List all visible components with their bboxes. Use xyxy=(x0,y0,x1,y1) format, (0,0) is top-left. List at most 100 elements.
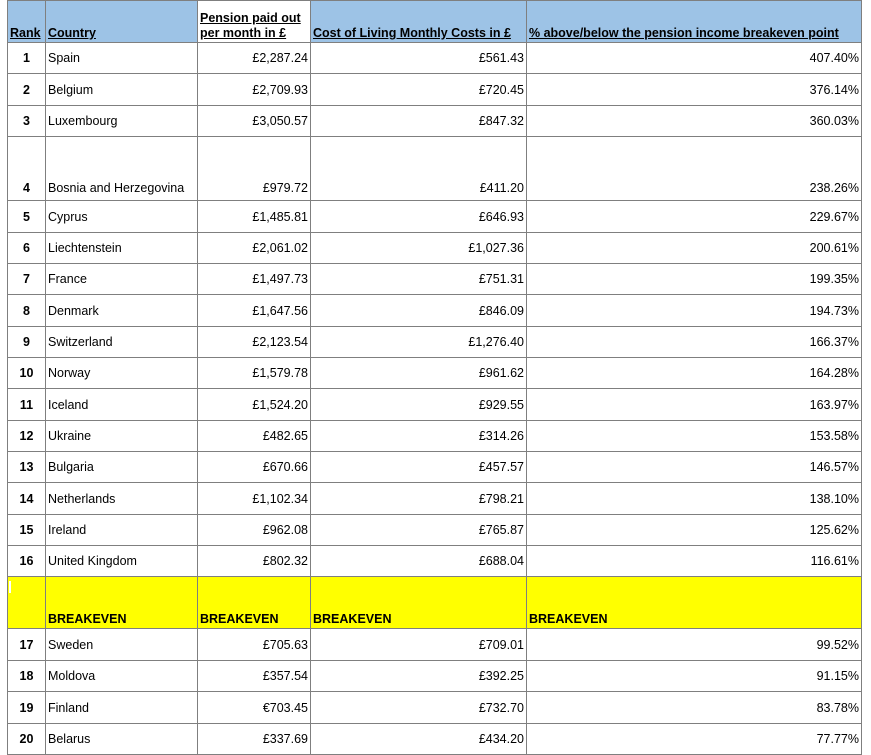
country-cell[interactable]: Finland xyxy=(45,691,198,724)
percent-cell[interactable]: 146.57% xyxy=(526,451,862,483)
cost-cell[interactable]: £1,027.36 xyxy=(310,232,527,264)
header-pension[interactable]: Pension paid out per month in £ xyxy=(197,0,311,43)
country-cell[interactable]: Moldova xyxy=(45,660,198,692)
percent-cell[interactable]: 166.37% xyxy=(526,326,862,358)
percent-cell[interactable]: 99.52% xyxy=(526,628,862,661)
cost-cell[interactable]: £720.45 xyxy=(310,73,527,106)
cost-cell[interactable]: £798.21 xyxy=(310,482,527,515)
percent-cell[interactable]: 194.73% xyxy=(526,294,862,327)
percent-cell[interactable]: 376.14% xyxy=(526,73,862,106)
country-cell[interactable]: Switzerland xyxy=(45,326,198,358)
rank-cell[interactable]: 12 xyxy=(7,420,46,452)
country-cell[interactable]: Belarus xyxy=(45,723,198,755)
percent-cell[interactable]: 229.67% xyxy=(526,200,862,233)
country-cell[interactable]: Cyprus xyxy=(45,200,198,233)
pension-cell[interactable]: £1,647.56 xyxy=(197,294,311,327)
country-cell[interactable]: Bulgaria xyxy=(45,451,198,483)
country-cell[interactable]: United Kingdom xyxy=(45,545,198,577)
rank-cell[interactable]: 20 xyxy=(7,723,46,755)
pension-cell[interactable]: £1,497.73 xyxy=(197,263,311,295)
percent-cell[interactable]: 163.97% xyxy=(526,388,862,421)
country-cell[interactable]: Denmark xyxy=(45,294,198,327)
cost-cell[interactable]: £457.57 xyxy=(310,451,527,483)
breakeven-rank-cell[interactable] xyxy=(7,576,46,629)
pension-cell[interactable]: £482.65 xyxy=(197,420,311,452)
pension-cell[interactable]: £2,709.93 xyxy=(197,73,311,106)
rank-cell[interactable]: 11 xyxy=(7,388,46,421)
cost-cell[interactable]: £961.62 xyxy=(310,357,527,389)
cost-cell[interactable]: £434.20 xyxy=(310,723,527,755)
rank-cell[interactable]: 18 xyxy=(7,660,46,692)
pension-cell[interactable]: £670.66 xyxy=(197,451,311,483)
percent-cell[interactable]: 153.58% xyxy=(526,420,862,452)
country-cell[interactable]: Iceland xyxy=(45,388,198,421)
percent-cell[interactable]: 407.40% xyxy=(526,42,862,74)
header-rank[interactable]: Rank xyxy=(7,0,46,43)
cost-cell[interactable]: £688.04 xyxy=(310,545,527,577)
pension-cell[interactable]: £2,061.02 xyxy=(197,232,311,264)
percent-cell[interactable]: 83.78% xyxy=(526,691,862,724)
pension-cell[interactable]: £2,287.24 xyxy=(197,42,311,74)
header-cost[interactable]: Cost of Living Monthly Costs in £ xyxy=(310,0,527,43)
pension-cell[interactable]: £1,579.78 xyxy=(197,357,311,389)
pension-cell[interactable]: £962.08 xyxy=(197,514,311,546)
rank-cell[interactable]: 1 xyxy=(7,42,46,74)
country-cell[interactable]: Sweden xyxy=(45,628,198,661)
pension-cell[interactable]: £2,123.54 xyxy=(197,326,311,358)
rank-cell[interactable]: 3 xyxy=(7,105,46,137)
cost-cell[interactable]: £765.87 xyxy=(310,514,527,546)
rank-cell[interactable]: 14 xyxy=(7,482,46,515)
percent-cell[interactable]: 138.10% xyxy=(526,482,862,515)
rank-cell[interactable]: 10 xyxy=(7,357,46,389)
pension-cell[interactable]: £979.72 xyxy=(197,136,311,201)
percent-cell[interactable]: 116.61% xyxy=(526,545,862,577)
percent-cell[interactable]: 238.26% xyxy=(526,136,862,201)
percent-cell[interactable]: 200.61% xyxy=(526,232,862,264)
breakeven-cost-cell[interactable]: BREAKEVEN xyxy=(310,576,527,629)
rank-cell[interactable]: 16 xyxy=(7,545,46,577)
country-cell[interactable]: Bosnia and Herzegovina xyxy=(45,136,198,201)
cost-cell[interactable]: £1,276.40 xyxy=(310,326,527,358)
percent-cell[interactable]: 77.77% xyxy=(526,723,862,755)
country-cell[interactable]: Ukraine xyxy=(45,420,198,452)
cost-cell[interactable]: £392.25 xyxy=(310,660,527,692)
percent-cell[interactable]: 360.03% xyxy=(526,105,862,137)
rank-cell[interactable]: 19 xyxy=(7,691,46,724)
rank-cell[interactable]: 4 xyxy=(7,136,46,201)
cost-cell[interactable]: £847.32 xyxy=(310,105,527,137)
pension-cell[interactable]: £1,485.81 xyxy=(197,200,311,233)
cost-cell[interactable]: £751.31 xyxy=(310,263,527,295)
rank-cell[interactable]: 8 xyxy=(7,294,46,327)
country-cell[interactable]: France xyxy=(45,263,198,295)
pension-cell[interactable]: £705.63 xyxy=(197,628,311,661)
cost-cell[interactable]: £709.01 xyxy=(310,628,527,661)
cost-cell[interactable]: £846.09 xyxy=(310,294,527,327)
pension-cell[interactable]: €703.45 xyxy=(197,691,311,724)
cost-cell[interactable]: £561.43 xyxy=(310,42,527,74)
pension-cell[interactable]: £1,102.34 xyxy=(197,482,311,515)
country-cell[interactable]: Spain xyxy=(45,42,198,74)
cost-cell[interactable]: £732.70 xyxy=(310,691,527,724)
pension-cell[interactable]: £337.69 xyxy=(197,723,311,755)
cost-cell[interactable]: £929.55 xyxy=(310,388,527,421)
percent-cell[interactable]: 164.28% xyxy=(526,357,862,389)
cost-cell[interactable]: £314.26 xyxy=(310,420,527,452)
pension-cell[interactable]: £357.54 xyxy=(197,660,311,692)
rank-cell[interactable]: 7 xyxy=(7,263,46,295)
breakeven-percent-cell[interactable]: BREAKEVEN xyxy=(526,576,862,629)
rank-cell[interactable]: 5 xyxy=(7,200,46,233)
cost-cell[interactable]: £411.20 xyxy=(310,136,527,201)
header-country[interactable]: Country xyxy=(45,0,198,43)
rank-cell[interactable]: 6 xyxy=(7,232,46,264)
percent-cell[interactable]: 199.35% xyxy=(526,263,862,295)
rank-cell[interactable]: 9 xyxy=(7,326,46,358)
pension-cell[interactable]: £802.32 xyxy=(197,545,311,577)
country-cell[interactable]: Netherlands xyxy=(45,482,198,515)
country-cell[interactable]: Belgium xyxy=(45,73,198,106)
country-cell[interactable]: Norway xyxy=(45,357,198,389)
rank-cell[interactable]: 13 xyxy=(7,451,46,483)
rank-cell[interactable]: 15 xyxy=(7,514,46,546)
pension-cell[interactable]: £1,524.20 xyxy=(197,388,311,421)
rank-cell[interactable]: 2 xyxy=(7,73,46,106)
country-cell[interactable]: Ireland xyxy=(45,514,198,546)
